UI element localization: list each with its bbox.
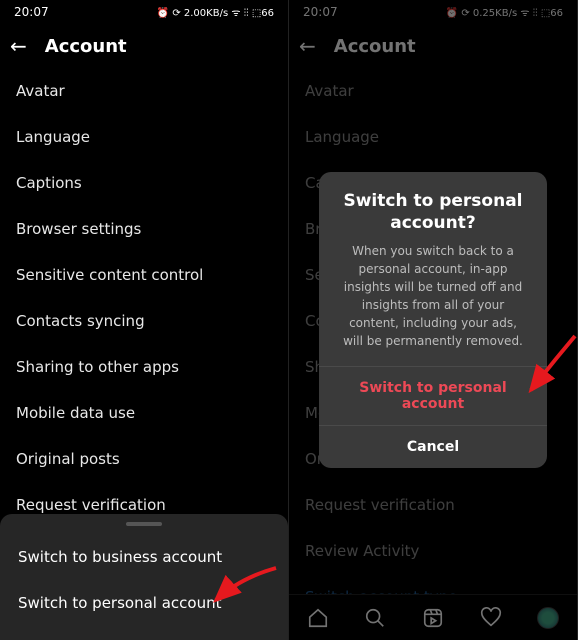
- list-item[interactable]: Captions: [16, 160, 272, 206]
- list-item[interactable]: Mobile data use: [16, 390, 272, 436]
- back-icon[interactable]: ←: [10, 36, 27, 56]
- list-item[interactable]: Sharing to other apps: [16, 344, 272, 390]
- list-item[interactable]: Language: [16, 114, 272, 160]
- list-item[interactable]: Avatar: [16, 68, 272, 114]
- header: ← Account: [0, 24, 288, 68]
- cancel-button[interactable]: Cancel: [319, 425, 547, 468]
- list-item[interactable]: Original posts: [16, 436, 272, 482]
- list-item[interactable]: Browser settings: [16, 206, 272, 252]
- switch-business-button[interactable]: Switch to business account: [0, 534, 288, 580]
- confirm-dialog: Switch to personal account? When you swi…: [319, 172, 547, 468]
- status-indicators: ⏰ ⟳ 2.00KB/s ᯤ ⫶⫶ ⬚66: [157, 5, 274, 19]
- confirm-button[interactable]: Switch to personal account: [319, 366, 547, 425]
- list-item[interactable]: Contacts syncing: [16, 298, 272, 344]
- settings-list: Avatar Language Captions Browser setting…: [0, 68, 288, 574]
- dialog-title: Switch to personal account?: [319, 172, 547, 242]
- clock: 20:07: [14, 5, 49, 19]
- sheet-handle-icon[interactable]: [126, 522, 162, 526]
- dialog-body: When you switch back to a personal accou…: [319, 242, 547, 366]
- switch-personal-button[interactable]: Switch to personal account: [0, 580, 288, 626]
- dialog-backdrop[interactable]: Switch to personal account? When you swi…: [289, 0, 577, 640]
- page-title: Account: [45, 36, 127, 57]
- phone-right: 20:07 ⏰ ⟳ 0.25KB/s ᯤ ⫶⫶ ⬚66 ← Account Av…: [289, 0, 578, 640]
- list-item[interactable]: Sensitive content control: [16, 252, 272, 298]
- phone-left: 20:07 ⏰ ⟳ 2.00KB/s ᯤ ⫶⫶ ⬚66 ← Account Av…: [0, 0, 289, 640]
- bottom-sheet: Switch to business account Switch to per…: [0, 514, 288, 640]
- status-bar: 20:07 ⏰ ⟳ 2.00KB/s ᯤ ⫶⫶ ⬚66: [0, 0, 288, 24]
